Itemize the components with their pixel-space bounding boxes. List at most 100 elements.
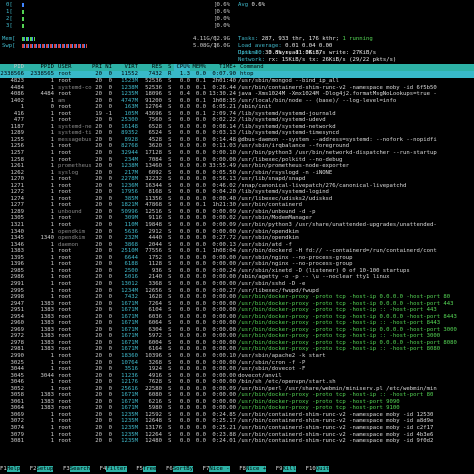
fkey-label: Setup: [36, 466, 54, 472]
swp-meter-fill: [22, 44, 87, 48]
col-state[interactable]: S: [168, 64, 171, 71]
cpu-meter-fill: [22, 3, 24, 7]
selected-process-row[interactable]: 2338566 2338565 root 20 0 11552 7432 R 1…: [0, 71, 474, 78]
fkey-number: F5: [136, 466, 143, 472]
col-virt[interactable]: VIRT: [112, 64, 138, 71]
tasks-meter: Tasks: 287, 933 thr, 176 kthr; 1 running: [238, 36, 474, 43]
fkey-number: F3: [63, 466, 70, 472]
cpu-meter-label: 2[: [6, 16, 13, 22]
net-io-value: rx: 15KiB/s tx: 26KiB/s (29/22 pkts/s): [268, 57, 397, 63]
selected-command: htop: [240, 71, 254, 77]
col-cpu[interactable]: CPU%: [174, 64, 190, 71]
fkey-label: Kill: [282, 466, 297, 472]
cpu-avg-meter: Avg 0.6%: [238, 2, 474, 9]
process-pri: 20: [95, 438, 102, 445]
fkey-number: F6: [166, 466, 173, 472]
disk-io-label: Disk IO:: [238, 50, 265, 56]
meters-area: 0[0.6%] 1[0.6%] 2[0.0%] 3[0.0%] Mem[4.11G/62…: [2, 2, 474, 64]
col-ppid[interactable]: PPID: [28, 64, 54, 71]
cpu-meter-value: 0.0%: [216, 23, 230, 29]
fkey-nice[interactable]: F7Nice -: [202, 466, 230, 474]
load-meter: Load average: 0.01 0.04 0.00: [238, 43, 474, 50]
column-header: PID PPID USER PRI NI VIRT RES S CPU% MEM…: [0, 64, 474, 71]
col-time[interactable]: TIME+: [208, 64, 236, 71]
selected-ni: 0: [108, 71, 112, 77]
process-cmd: /usr/bin/containerd-shim-runc-v2 -namesp…: [238, 438, 434, 445]
swp-meter-value: 5.08G/16.0G: [192, 43, 230, 49]
cpu-meter-bar: 0.6%: [22, 9, 232, 15]
cpu-meter-bracket: ]: [214, 16, 218, 22]
fkey-help[interactable]: F1Help: [0, 466, 21, 474]
mem-meter-value: 4.11G/62.9G: [192, 36, 230, 42]
col-pri[interactable]: PRI: [92, 64, 102, 71]
fkey-label: SortBy: [172, 466, 193, 472]
tasks-value: 287, 933 thr, 176 kthr;: [261, 36, 340, 42]
selected-pid: 2338566: [0, 71, 24, 77]
cpu-meter-1: 1[0.6%]: [2, 9, 472, 16]
fkey-kill[interactable]: F9Kill: [275, 466, 297, 474]
cpu-meter-bracket: ]: [214, 9, 218, 15]
cpu-meter-fill: [22, 17, 24, 21]
col-pid[interactable]: PID: [2, 64, 24, 71]
cpu-meter-fill: [22, 10, 24, 14]
cpu-meter-2: 2[ 0.0%]: [2, 16, 472, 23]
process-list[interactable]: 4823 1 root 20 0 1523M 52536 S 0.0 0.1 2h01:40/usr…: [0, 78, 474, 445]
tasks-label: Tasks:: [238, 36, 259, 42]
process-ni: 0: [108, 438, 112, 445]
fkey-search[interactable]: F3Search: [63, 466, 90, 474]
fkey-quit[interactable]: F10Quit: [305, 466, 330, 474]
fkey-label: Help: [6, 466, 21, 472]
net-io-label: Network:: [238, 57, 265, 63]
process-mem: 0.0: [195, 438, 206, 445]
cpu-meter-3: 3[0.0%]: [2, 23, 472, 30]
selected-user: root: [58, 71, 72, 77]
selected-time: 0:07.90: [212, 71, 236, 77]
process-res: 12480: [145, 438, 162, 445]
cpu-meter-fill: [22, 24, 24, 28]
col-ni[interactable]: NI: [104, 64, 112, 71]
selected-mem: 0.0: [195, 71, 206, 77]
load-label: Load average:: [238, 43, 282, 49]
col-user[interactable]: USER: [58, 64, 71, 71]
cpu-meter-label: 3[: [6, 23, 13, 29]
selected-cpu: 1.3: [179, 71, 190, 77]
fkey-label: Search: [69, 466, 90, 472]
cpu-meter-bar: 0.0%: [22, 23, 232, 29]
process-ppid: 1: [50, 438, 54, 445]
process-user: root: [58, 438, 72, 445]
col-mem[interactable]: MEM%: [192, 64, 206, 71]
mem-meter-bracket: ]: [214, 36, 218, 42]
cpu-avg-label: Avg: [238, 2, 249, 8]
fkey-setup[interactable]: F2Setup: [29, 466, 54, 474]
col-res[interactable]: RES: [140, 64, 162, 71]
fkey-number: F2: [29, 466, 37, 472]
cpu-avg-value: 0.6%: [251, 2, 265, 8]
fkey-filter[interactable]: F4Filter: [99, 466, 127, 474]
col-command[interactable]: Command: [240, 64, 264, 71]
fkey-nice[interactable]: F8Nice +: [239, 466, 267, 474]
disk-io-meter: Disk IO: 0.5% read: 0KiB/s write: 27KiB/…: [238, 50, 474, 57]
process-row[interactable]: 3081 1 root 20 0 1235M 12480 S 0.0 0.0 0:24.01/usr…: [0, 438, 474, 445]
cpu-meter-bar: 0.0%: [22, 16, 232, 22]
fkey-label: Tree: [142, 466, 157, 472]
disk-io-value: 0.5% read: 0KiB/s write: 27KiB/s: [268, 50, 377, 56]
process-s: S: [168, 438, 172, 445]
cpu-meter-value: 0.6%: [216, 9, 230, 15]
fkey-sortby[interactable]: F6SortBy: [166, 466, 193, 474]
net-io-meter: Network: rx: 15KiB/s tx: 26KiB/s (29/22 …: [238, 57, 474, 64]
selected-virt: 11552: [121, 71, 138, 77]
mem-meter-bar: 4.11G/62.9G: [22, 36, 232, 42]
cpu-meter-bar: 0.6%: [22, 2, 232, 8]
fkey-label: Filter: [106, 466, 127, 472]
fkey-tree[interactable]: F5Tree: [136, 466, 157, 474]
fkey-label: Nice -: [209, 466, 230, 472]
cpu-meter-label: 0[: [6, 2, 13, 8]
process-time: 0:24.01: [212, 438, 236, 445]
cpu-meter-value: 0.0%: [216, 16, 230, 22]
selected-ppid: 2338565: [30, 71, 54, 77]
fkey-label: Quit: [315, 466, 330, 472]
mem-meter-label: Mem[: [2, 36, 16, 42]
fkey-label: Nice +: [245, 466, 267, 472]
selected-res: 7432: [148, 71, 162, 77]
process-pid: 3081: [10, 438, 24, 445]
